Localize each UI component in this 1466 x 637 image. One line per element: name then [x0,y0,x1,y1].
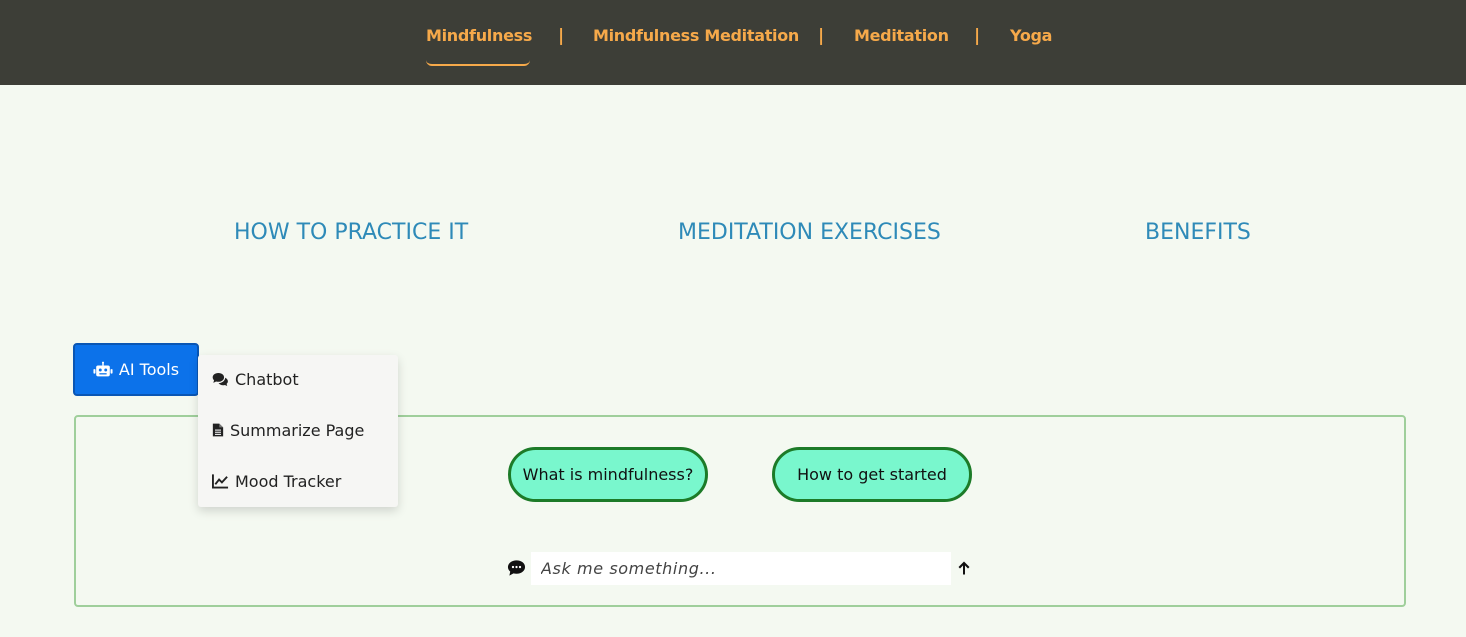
menu-item-label: Summarize Page [230,420,365,440]
comments-icon [212,373,228,387]
menu-item-label: Chatbot [235,369,299,389]
nav-separator: | [558,26,565,46]
top-navbar: Mindfulness | Mindfulness Meditation | M… [0,0,1466,85]
nav-separator: | [974,26,981,46]
menu-item-chatbot[interactable]: Chatbot [212,368,299,390]
line-chart-icon [212,474,229,489]
nav-item-meditation[interactable]: Meditation [854,26,949,48]
ask-input[interactable] [531,552,951,585]
nav-item-mindfulness-meditation[interactable]: Mindfulness Meditation [593,26,799,48]
nav-item-yoga[interactable]: Yoga [1010,26,1052,48]
ai-tools-button[interactable]: AI Tools [73,343,199,396]
ai-tools-dropdown: Chatbot Summarize Page Mood Tracker [198,355,398,507]
send-button[interactable] [954,558,974,578]
active-nav-indicator [426,60,530,66]
suggestion-how-to-get-started[interactable]: How to get started [772,447,972,502]
ai-tools-label: AI Tools [118,360,180,379]
section-link-how-to-practice[interactable]: HOW TO PRACTICE IT [234,220,468,245]
speech-bubble-icon [507,559,526,577]
section-link-meditation-exercises[interactable]: MEDITATION EXERCISES [678,220,941,245]
suggestion-what-is-mindfulness[interactable]: What is mindfulness? [508,447,708,502]
nav-item-mindfulness[interactable]: Mindfulness [426,26,532,48]
document-icon [212,423,224,437]
nav-separator: | [818,26,825,46]
robot-icon [93,361,113,376]
menu-item-mood-tracker[interactable]: Mood Tracker [212,470,341,492]
menu-item-summarize-page[interactable]: Summarize Page [212,419,364,441]
menu-item-label: Mood Tracker [235,471,342,491]
arrow-up-icon [958,561,970,575]
section-link-benefits[interactable]: BENEFITS [1145,220,1251,245]
